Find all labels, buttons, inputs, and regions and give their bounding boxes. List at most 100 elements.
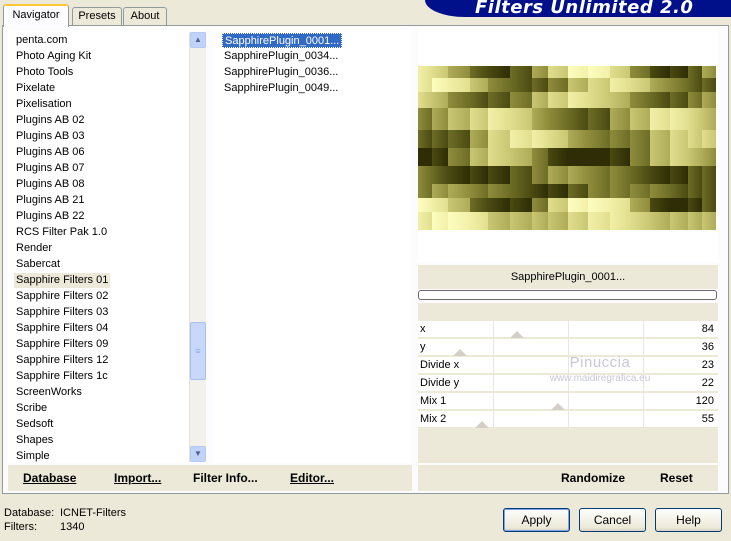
apply-button[interactable]: Apply <box>503 508 570 532</box>
preview-pixel-block <box>432 212 448 230</box>
category-item[interactable]: RCS Filter Pak 1.0 <box>14 225 109 240</box>
preview-pixel-block <box>488 78 510 92</box>
param-tick <box>643 357 644 374</box>
preview-pixel-block <box>532 148 548 166</box>
category-item[interactable]: Plugins AB 22 <box>14 209 87 224</box>
filter-list[interactable]: SapphirePlugin_0001... SapphirePlugin_003… <box>213 30 411 463</box>
param-row[interactable]: y 36 <box>418 339 718 356</box>
preview-pixel-block <box>532 198 548 212</box>
category-item[interactable]: Scribe <box>14 401 49 416</box>
preview-pixel-block <box>548 66 568 78</box>
tab-about[interactable]: About <box>123 7 167 26</box>
preview-pixel-block <box>588 212 610 230</box>
category-item[interactable]: Plugins AB 06 <box>14 145 87 160</box>
preview-pixel-block <box>532 66 548 78</box>
category-item[interactable]: Pixelate <box>14 81 57 96</box>
category-item[interactable]: Plugins AB 07 <box>14 161 87 176</box>
scroll-down-button[interactable]: ▼ <box>190 446 206 462</box>
category-item[interactable]: Sapphire Filters 12 <box>14 353 110 368</box>
preview-pixel-block <box>548 92 568 108</box>
param-tick <box>568 375 569 392</box>
category-item[interactable]: Plugins AB 03 <box>14 129 87 144</box>
category-item[interactable]: Pixelisation <box>14 97 74 112</box>
param-row[interactable]: x 84 <box>418 321 718 338</box>
category-item[interactable]: Sedsoft <box>14 417 55 432</box>
preview-pixel-block <box>610 184 630 198</box>
reset-button[interactable]: Reset <box>660 470 693 486</box>
param-slider-handle[interactable] <box>453 349 467 356</box>
category-item[interactable]: Sapphire Filters 01 <box>14 273 111 288</box>
preview-filter-name: SapphirePlugin_0001... <box>418 265 718 289</box>
preview-pixel-block <box>432 92 448 108</box>
category-item[interactable]: Plugins AB 21 <box>14 193 87 208</box>
category-item[interactable]: Simple <box>14 449 52 463</box>
param-tick <box>568 357 569 374</box>
category-item[interactable]: Sapphire Filters 03 <box>14 305 110 320</box>
cancel-button[interactable]: Cancel <box>579 508 646 532</box>
category-item[interactable]: Sapphire Filters 1c <box>14 369 110 384</box>
preview-pixel-block <box>670 66 688 78</box>
preview-pixel-block <box>510 130 532 148</box>
scroll-up-button[interactable]: ▲ <box>190 32 206 48</box>
param-row[interactable]: Divide x 23 <box>418 357 718 374</box>
param-tick <box>493 393 494 410</box>
preview-pixel-block <box>588 130 610 148</box>
param-slider-handle[interactable] <box>475 421 489 428</box>
param-row[interactable]: Mix 2 55 <box>418 411 718 428</box>
category-item[interactable]: ScreenWorks <box>14 385 84 400</box>
param-slider-handle[interactable] <box>551 403 565 410</box>
category-item[interactable]: Render <box>14 241 54 256</box>
preview-pixel-block <box>548 166 568 184</box>
preview-pixel-block <box>702 184 716 198</box>
preview-pixel-block <box>418 166 432 184</box>
param-row[interactable]: Divide y 22 <box>418 375 718 392</box>
preview-pixel-block <box>688 108 702 130</box>
param-slider-handle[interactable] <box>510 331 524 338</box>
database-value: ICNET-Filters <box>60 507 126 519</box>
category-item[interactable]: Sapphire Filters 04 <box>14 321 110 336</box>
preview-pixel-block <box>532 130 548 148</box>
preview-image <box>418 66 716 230</box>
tab-navigator[interactable]: Navigator <box>3 4 69 27</box>
category-item[interactable]: Sapphire Filters 09 <box>14 337 110 352</box>
param-tick <box>568 411 569 428</box>
category-item[interactable]: penta.com <box>14 33 69 48</box>
preview-pixel-block <box>448 166 470 184</box>
category-list[interactable]: penta.com Photo Aging Kit Photo Tools Pixel… <box>8 30 206 463</box>
category-item[interactable]: Shapes <box>14 433 55 448</box>
param-tick <box>643 393 644 410</box>
preview-pixel-block <box>630 130 650 148</box>
filter-item[interactable]: SapphirePlugin_0001... <box>222 33 343 48</box>
filter-item[interactable]: SapphirePlugin_0049... <box>222 81 340 96</box>
scroll-thumb[interactable]: ≡ <box>190 322 206 380</box>
preview-pixel-block <box>588 108 610 130</box>
import-button[interactable]: Import... <box>114 470 161 486</box>
preview-pixel-block <box>488 198 510 212</box>
category-scrollbar[interactable]: ▲ ≡ ▼ <box>189 32 206 462</box>
category-item[interactable]: Sapphire Filters 02 <box>14 289 110 304</box>
category-item[interactable]: Sabercat <box>14 257 62 272</box>
filter-item[interactable]: SapphirePlugin_0034... <box>222 49 340 64</box>
preview-pixel-block <box>588 92 610 108</box>
database-button[interactable]: Database <box>23 470 76 486</box>
preview-pixel-block <box>630 198 650 212</box>
preview-pixel-block <box>688 92 702 108</box>
category-item[interactable]: Plugins AB 08 <box>14 177 87 192</box>
preview-pixel-block <box>470 130 488 148</box>
preview-pixel-block <box>510 212 532 230</box>
randomize-button[interactable]: Randomize <box>561 470 625 486</box>
filter-item[interactable]: SapphirePlugin_0036... <box>222 65 340 80</box>
help-button[interactable]: Help <box>655 508 722 532</box>
category-item[interactable]: Plugins AB 02 <box>14 113 87 128</box>
preview-pixel-block <box>568 66 588 78</box>
editor-button[interactable]: Editor... <box>290 470 334 486</box>
preview-pixel-block <box>418 198 432 212</box>
category-item[interactable]: Photo Aging Kit <box>14 49 93 64</box>
param-tick <box>493 411 494 428</box>
category-item[interactable]: Photo Tools <box>14 65 75 80</box>
preview-pixel-block <box>568 92 588 108</box>
filter-info-button[interactable]: Filter Info... <box>193 470 258 486</box>
preview-pixel-block <box>568 108 588 130</box>
param-row[interactable]: Mix 1 120 <box>418 393 718 410</box>
tab-presets[interactable]: Presets <box>72 7 122 26</box>
